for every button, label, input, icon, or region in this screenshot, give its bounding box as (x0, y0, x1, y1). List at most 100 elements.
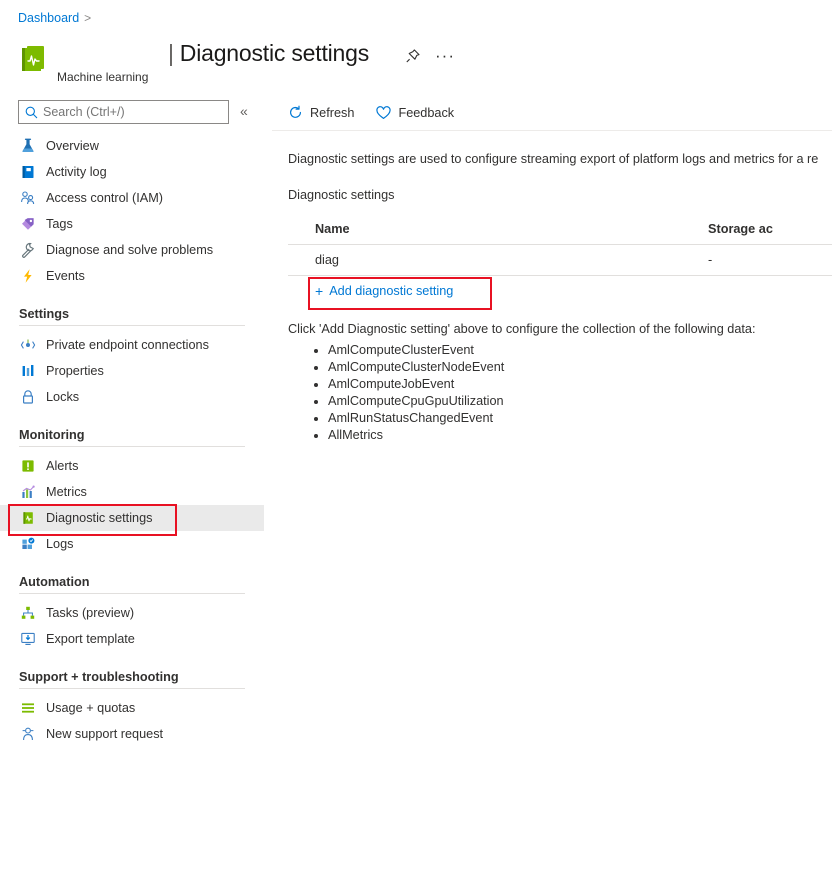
search-input[interactable] (43, 105, 213, 119)
add-diagnostic-setting-label: Add diagnostic setting (329, 284, 454, 298)
divider (19, 446, 245, 447)
page-title: | Diagnostic settings (168, 40, 369, 67)
pin-icon[interactable] (402, 45, 424, 67)
sidebar-group-monitoring-title: Monitoring (19, 428, 85, 442)
sidebar-item-label: Locks (46, 390, 80, 404)
page-description: Diagnostic settings are used to configur… (288, 152, 819, 166)
list-item: AllMetrics (328, 427, 832, 444)
sidebar-item-tasks-preview[interactable]: Tasks (preview) (0, 600, 272, 626)
section-label: Diagnostic settings (288, 188, 395, 202)
sidebar-item-label: New support request (46, 727, 164, 741)
page-title-text: Diagnostic settings (179, 40, 370, 66)
sidebar-item-activity-log[interactable]: Activity log (0, 159, 272, 185)
logs-icon (19, 535, 37, 553)
sidebar-item-new-support-request[interactable]: New support request (0, 721, 272, 747)
sidebar-item-export-template[interactable]: Export template (0, 626, 272, 652)
heart-icon (376, 105, 392, 119)
sidebar-item-label: Properties (46, 364, 104, 378)
sidebar-item-label: Tags (46, 217, 73, 231)
divider (19, 688, 245, 689)
support-request-icon (19, 725, 37, 743)
divider (19, 593, 245, 594)
add-diagnostic-setting-row: + Add diagnostic setting (288, 276, 832, 310)
hint-text: Click 'Add Diagnostic setting' above to … (288, 322, 756, 336)
sidebar-item-label: Alerts (46, 459, 79, 473)
column-header-storage-account[interactable]: Storage ac (708, 222, 832, 236)
data-category-list: AmlComputeClusterEvent AmlComputeCluster… (272, 342, 832, 444)
sidebar-item-label: Private endpoint connections (46, 338, 209, 352)
sidebar-item-logs[interactable]: Logs (0, 531, 272, 557)
list-item: AmlComputeCpuGpuUtilization (328, 393, 832, 410)
sidebar-item-label: Activity log (46, 165, 107, 179)
cell-storage-account: - (708, 253, 713, 267)
sidebar-item-label: Tasks (preview) (46, 606, 135, 620)
refresh-icon (290, 105, 301, 118)
sidebar-item-label: Logs (46, 537, 74, 551)
sidebar-item-alerts[interactable]: Alerts (0, 453, 272, 479)
divider (19, 325, 245, 326)
properties-icon (19, 362, 37, 380)
column-header-name[interactable]: Name (288, 222, 708, 236)
table-row[interactable]: diag - (288, 245, 832, 275)
usage-quotas-icon (19, 699, 37, 717)
export-template-icon (19, 630, 37, 648)
sidebar-item-label: Overview (46, 139, 99, 153)
sidebar-item-label: Access control (IAM) (46, 191, 164, 205)
sidebar-group-support-title: Support + troubleshooting (19, 670, 179, 684)
sidebar-item-label: Usage + quotas (46, 701, 136, 715)
plus-icon: + (315, 283, 324, 299)
add-diagnostic-setting-button[interactable]: + Add diagnostic setting (315, 283, 453, 299)
breadcrumb-separator-icon: > (84, 11, 92, 25)
metrics-icon (19, 483, 37, 501)
sidebar-item-diagnose-solve[interactable]: Diagnose and solve problems (0, 237, 272, 263)
search-icon (25, 106, 38, 118)
chevron-double-left-icon[interactable]: « (240, 103, 248, 119)
sidebar: Overview Activity log Access control (IA… (0, 133, 272, 891)
list-item: AmlRunStatusChangedEvent (328, 410, 832, 427)
azure-portal-page: Dashboard > Machine learning | Diagnostic… (0, 0, 832, 891)
alert-icon (19, 457, 37, 475)
sidebar-item-tags[interactable]: Tags (0, 211, 272, 237)
breadcrumb: Dashboard > (18, 11, 91, 25)
list-item: AmlComputeJobEvent (328, 376, 832, 393)
diagnostic-settings-table: Name Storage ac diag - + Add diagnostic … (288, 214, 832, 310)
lightning-icon (19, 267, 37, 285)
refresh-button[interactable]: Refresh (288, 105, 354, 120)
sidebar-item-overview[interactable]: Overview (0, 133, 272, 159)
sidebar-group-automation-title: Automation (19, 575, 90, 589)
cell-name: diag (315, 253, 339, 267)
main-content: Refresh Feedback Diagnostic settings are… (272, 95, 832, 891)
sidebar-item-label: Diagnostic settings (46, 511, 153, 525)
sidebar-item-metrics[interactable]: Metrics (0, 479, 272, 505)
refresh-label: Refresh (310, 105, 355, 120)
sidebar-item-events[interactable]: Events (0, 263, 272, 289)
feedback-button[interactable]: Feedback (376, 106, 454, 120)
ellipsis-icon[interactable]: ··· (434, 45, 456, 67)
resource-subtitle: Machine learning (57, 70, 149, 84)
people-icon (19, 189, 37, 207)
sidebar-item-diagnostic-settings[interactable]: Diagnostic settings (0, 504, 264, 536)
lock-icon (19, 388, 37, 406)
sidebar-item-private-endpoint-connections[interactable]: Private endpoint connections (0, 332, 272, 358)
sidebar-item-label: Events (46, 269, 85, 283)
sidebar-item-locks[interactable]: Locks (0, 384, 272, 410)
tasks-icon (19, 604, 37, 622)
feedback-label: Feedback (398, 105, 455, 120)
sidebar-item-usage-quotas[interactable]: Usage + quotas (0, 695, 272, 721)
command-bar: Refresh Feedback (272, 95, 832, 131)
sidebar-item-label: Metrics (46, 485, 87, 499)
search-box[interactable] (18, 100, 229, 124)
title-pipe: | (168, 40, 174, 66)
endpoint-icon (19, 336, 37, 354)
list-item: AmlComputeClusterEvent (328, 342, 832, 359)
book-icon (19, 163, 37, 181)
sidebar-item-properties[interactable]: Properties (0, 358, 272, 384)
breadcrumb-dashboard[interactable]: Dashboard (18, 11, 79, 25)
table-header-row: Name Storage ac (288, 214, 832, 244)
list-item: AmlComputeClusterNodeEvent (328, 359, 832, 376)
sidebar-group-settings-title: Settings (19, 307, 70, 321)
sidebar-item-access-control[interactable]: Access control (IAM) (0, 185, 272, 211)
machine-learning-icon (19, 44, 49, 76)
wrench-icon (19, 241, 37, 259)
sidebar-item-label: Diagnose and solve problems (46, 243, 214, 257)
